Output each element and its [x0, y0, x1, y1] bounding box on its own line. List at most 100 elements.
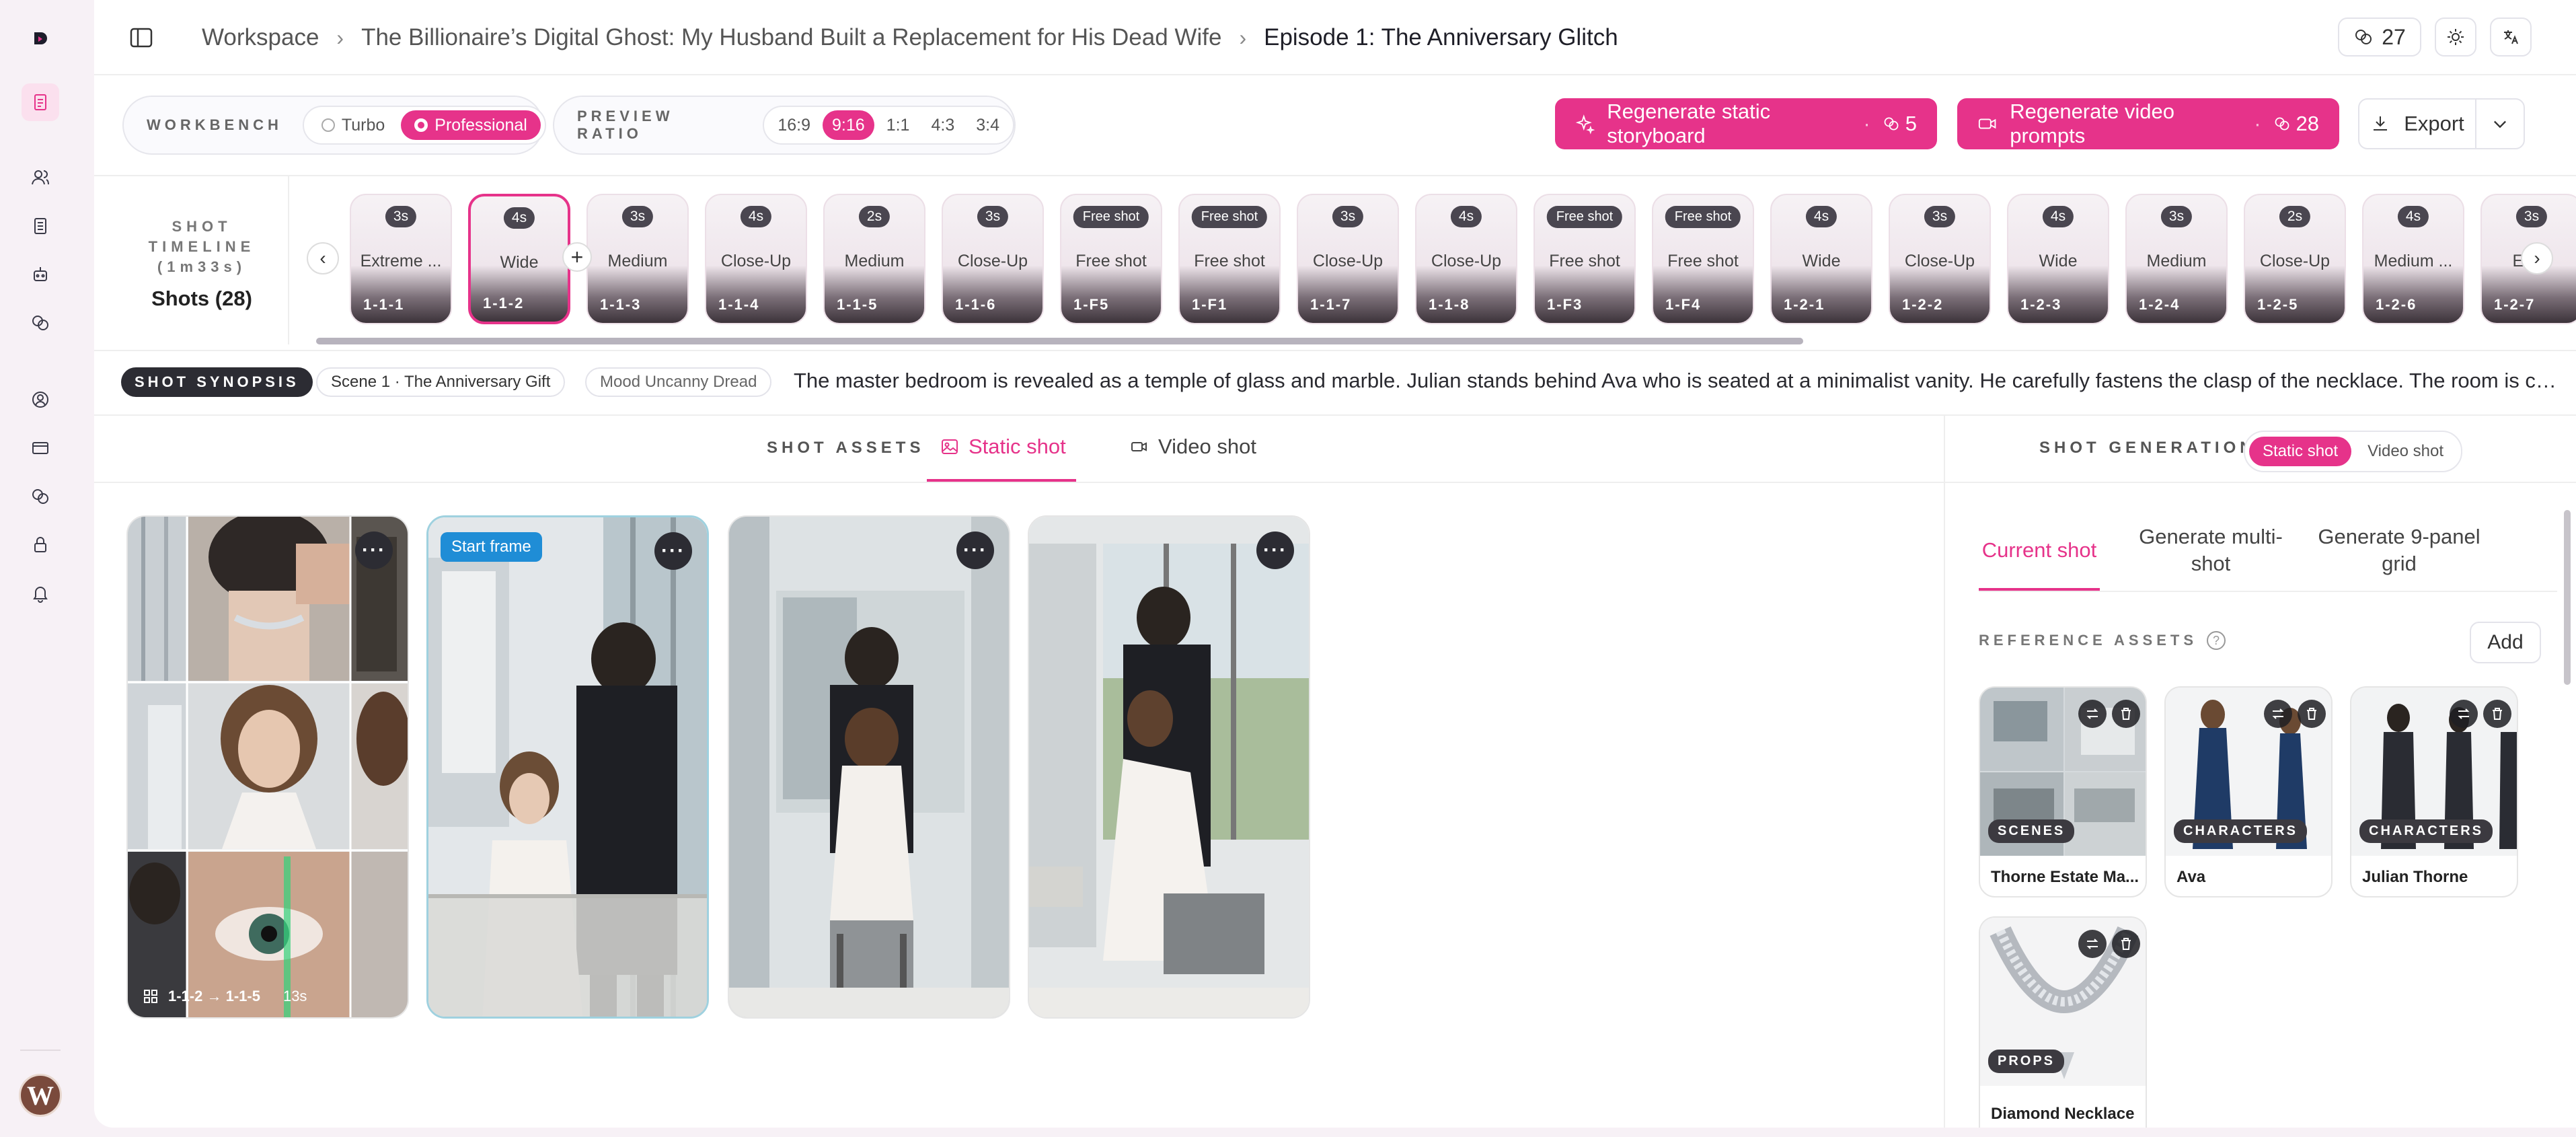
shot-duration-badge: 2s — [2279, 206, 2311, 227]
regenerate-video-prompts-button[interactable]: Regenerate video prompts · 28 — [1957, 98, 2339, 149]
nav-characters-icon[interactable] — [27, 164, 54, 191]
nav-credits-icon[interactable] — [27, 309, 54, 336]
scene-chip[interactable]: Scene 1 · The Anniversary Gift — [316, 367, 566, 397]
shot-more-button[interactable]: ··· — [956, 531, 994, 569]
swap-icon[interactable] — [2264, 700, 2292, 728]
active-tab-indicator — [927, 479, 1076, 482]
timeline-shot-card[interactable]: Free shot Free shot 1-F4 — [1652, 194, 1754, 324]
shot-type-label: Close-Up — [2259, 252, 2331, 270]
breadcrumb-project[interactable]: The Billionaire’s Digital Ghost: My Husb… — [361, 24, 1221, 51]
timeline-shot-card[interactable]: 4s Wide 1-2-1 — [1770, 194, 1872, 324]
language-button[interactable] — [2490, 17, 2532, 57]
timeline-shot-card[interactable]: Free shot Free shot 1-F5 — [1060, 194, 1162, 324]
user-avatar[interactable]: W — [19, 1074, 62, 1117]
timeline-shot-card[interactable]: 3s Extreme ... 1-1-1 — [350, 194, 452, 324]
export-button[interactable]: Export — [2359, 100, 2476, 148]
shot-type-label: Close-Up — [1904, 252, 1975, 270]
nav-profile-icon[interactable] — [27, 386, 54, 413]
nav-script-icon[interactable] — [27, 213, 54, 240]
trash-icon[interactable] — [2483, 700, 2511, 728]
tab-video-shot[interactable]: Video shot — [1130, 435, 1256, 459]
shot-card-3[interactable]: ··· — [728, 515, 1010, 1019]
ratio-16-9[interactable]: 16:9 — [768, 110, 820, 140]
shot-more-button[interactable]: ··· — [1256, 531, 1294, 569]
shot-more-button[interactable]: ··· — [355, 531, 393, 569]
timeline-shot-card[interactable]: 4s Close-Up 1-1-8 — [1415, 194, 1517, 324]
ratio-9-16[interactable]: 9:16 — [823, 110, 874, 140]
nav-billing-icon[interactable] — [27, 435, 54, 462]
theme-toggle-button[interactable] — [2435, 17, 2476, 57]
tab-generate-9-panel-grid[interactable]: Generate 9-panel grid — [2315, 510, 2483, 591]
credits-button[interactable]: 27 — [2338, 17, 2421, 57]
timeline-shot-card[interactable]: 4s Close-Up 1-1-4 — [705, 194, 807, 324]
trash-icon[interactable] — [2112, 930, 2140, 958]
gen-static-shot[interactable]: Static shot — [2249, 437, 2352, 466]
insert-shot-plus-icon[interactable]: + — [562, 242, 592, 272]
breadcrumb-chevron-icon: › — [1239, 25, 1247, 50]
regenerate-storyboard-button[interactable]: Regenerate static storyboard · 5 — [1555, 98, 1937, 149]
timeline-shot-card[interactable]: 2s Medium 1-1-5 — [823, 194, 925, 324]
shot-card-grid[interactable]: ··· 1-1-2 → 1-1-5 13s — [126, 515, 409, 1019]
nav-notifications-icon[interactable] — [27, 580, 54, 607]
timeline-shot-card[interactable]: 3s Medium 1-1-3 — [586, 194, 689, 324]
timeline-shot-card[interactable]: 4s Wide 1-1-2 — [468, 194, 570, 324]
sidebar-toggle-icon[interactable] — [128, 24, 155, 51]
nav-security-icon[interactable] — [27, 531, 54, 558]
timeline-shot-card[interactable]: 3s Close-Up 1-1-7 — [1297, 194, 1399, 324]
timeline-shot-card[interactable]: 2s Close-Up 1-2-5 — [2244, 194, 2346, 324]
timeline-shot-card[interactable]: Free shot Free shot 1-F3 — [1533, 194, 1636, 324]
reference-asset-scene[interactable]: SCENES Thorne Estate Ma... — [1979, 686, 2147, 897]
timeline-shot-card[interactable]: 3s Medium 1-2-4 — [2125, 194, 2228, 324]
breadcrumb-workspace[interactable]: Workspace — [202, 24, 319, 51]
shot-type-label: Free shot — [1549, 252, 1620, 270]
mode-turbo[interactable]: Turbo — [308, 110, 398, 140]
timeline-shot-card[interactable]: 4s Wide 1-2-3 — [2007, 194, 2109, 324]
swap-icon[interactable] — [2450, 700, 2478, 728]
ratio-4-3[interactable]: 4:3 — [921, 110, 964, 140]
timeline-shot-card[interactable]: 3s Close-Up 1-1-6 — [942, 194, 1044, 324]
timeline-scrollbar[interactable] — [316, 338, 1803, 344]
tab-generate-multi-shot[interactable]: Generate multi-shot — [2127, 510, 2295, 591]
reference-asset-character-ava[interactable]: CHARACTERS Ava — [2164, 686, 2333, 897]
shot-card-4[interactable]: ··· — [1028, 515, 1310, 1019]
start-frame-image — [428, 517, 707, 1017]
app-logo-icon[interactable] — [27, 26, 54, 52]
asset-type-badge: CHARACTERS — [2174, 819, 2307, 843]
gen-video-shot[interactable]: Video shot — [2354, 437, 2457, 466]
ratio-1-1[interactable]: 1:1 — [877, 110, 919, 140]
shot-code: 1-2-2 — [1902, 296, 1944, 313]
sparkle-icon — [1575, 114, 1595, 135]
timeline-divider — [288, 176, 289, 344]
nav-storyboard-icon[interactable] — [22, 83, 59, 121]
swap-icon[interactable] — [2078, 700, 2107, 728]
video-camera-icon — [1978, 118, 1996, 129]
add-reference-button[interactable]: Add — [2470, 622, 2541, 663]
timeline-shot-card[interactable]: 4s Medium ... 1-2-6 — [2362, 194, 2464, 324]
nav-robot-icon[interactable] — [27, 261, 54, 288]
tab-current-shot[interactable]: Current shot — [1979, 510, 2100, 591]
mode-professional[interactable]: Professional — [401, 110, 541, 140]
timeline-shot-card[interactable]: 3s Close-Up 1-2-2 — [1889, 194, 1991, 324]
nav-coins-icon[interactable] — [27, 483, 54, 510]
ratio-3-4[interactable]: 3:4 — [967, 110, 1009, 140]
trash-icon[interactable] — [2112, 700, 2140, 728]
timeline-shot-card[interactable]: Free shot Free shot 1-F1 — [1178, 194, 1281, 324]
mood-chip[interactable]: Mood Uncanny Dread — [585, 367, 772, 397]
shot-type-label: Wide — [500, 253, 539, 272]
reference-asset-character-julian[interactable]: CHARACTERS Julian Thorne — [2350, 686, 2518, 897]
shot-type-label: Medium — [607, 252, 668, 270]
shot-card-start-frame[interactable]: Start frame ··· — [426, 515, 709, 1019]
tab-static-shot[interactable]: Static shot — [940, 435, 1066, 459]
trash-icon[interactable] — [2298, 700, 2326, 728]
synopsis-text: The master bedroom is revealed as a temp… — [794, 369, 2563, 392]
shot-more-button[interactable]: ··· — [654, 532, 692, 570]
reference-asset-prop-necklace[interactable]: PROPS Diamond Necklace — [1979, 916, 2147, 1128]
panel-scrollbar[interactable] — [2564, 510, 2571, 685]
grid-range-caption: 1-1-2 → 1-1-5 13s — [143, 988, 307, 1005]
export-dropdown-button[interactable] — [2476, 100, 2524, 148]
timeline-next-button[interactable]: › — [2521, 242, 2553, 274]
swap-icon[interactable] — [2078, 930, 2107, 958]
shot-duration-badge: 4s — [1450, 206, 1482, 227]
timeline-prev-button[interactable]: ‹ — [307, 242, 339, 274]
help-icon[interactable]: ? — [2207, 631, 2226, 650]
